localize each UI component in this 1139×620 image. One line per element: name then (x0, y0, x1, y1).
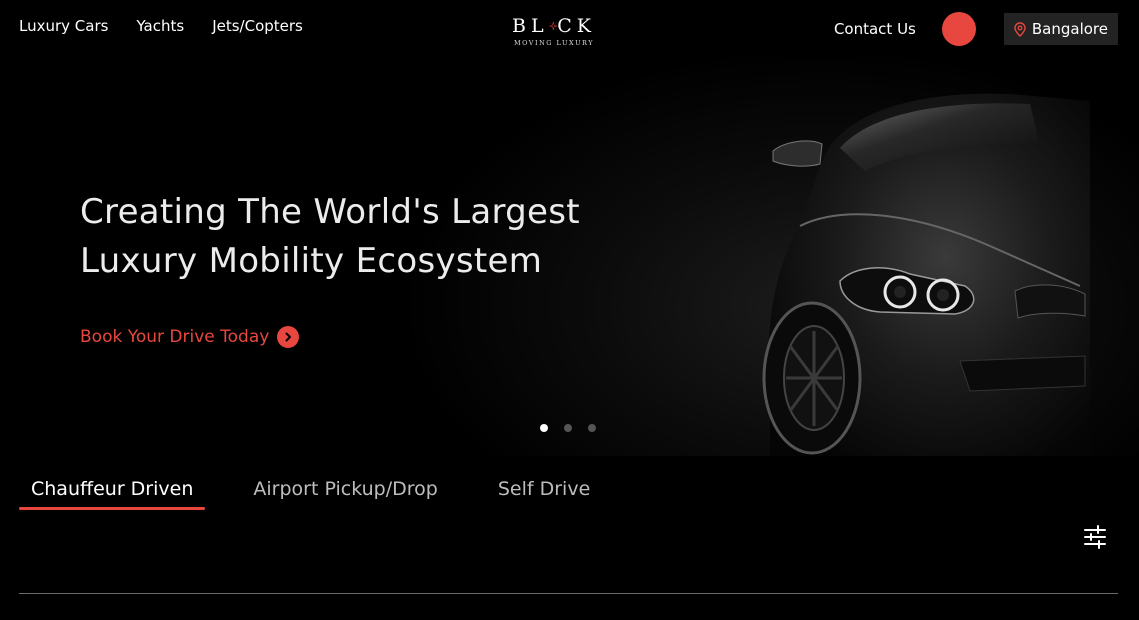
location-label: Bangalore (1031, 20, 1108, 38)
avatar[interactable] (941, 12, 976, 46)
logo-wordmark: BL CK (512, 14, 596, 38)
tab-chauffeur-driven[interactable]: Chauffeur Driven (19, 478, 206, 510)
book-drive-label: Book Your Drive Today (80, 327, 270, 347)
logo-star-icon (548, 21, 558, 31)
carousel-dots (540, 424, 596, 432)
logo-word-right: CK (557, 15, 596, 37)
book-drive-button[interactable]: Book Your Drive Today (80, 326, 300, 348)
tab-airport-pickup-drop[interactable]: Airport Pickup/Drop (241, 478, 449, 510)
contact-us-link[interactable]: Contact Us (834, 20, 916, 38)
tab-self-drive[interactable]: Self Drive (486, 478, 602, 510)
primary-nav: Luxury Cars Yachts Jets/Copters (19, 17, 303, 35)
hero-title-line-1: Creating The World's Largest (80, 192, 580, 232)
carousel-dot-2[interactable] (564, 424, 572, 432)
carousel-dot-1[interactable] (540, 424, 548, 432)
nav-link-luxury-cars[interactable]: Luxury Cars (19, 17, 108, 35)
map-pin-icon (1014, 21, 1026, 37)
nav-link-yachts[interactable]: Yachts (136, 17, 184, 35)
chevron-right-icon (277, 326, 300, 348)
service-tabs: Chauffeur Driven Airport Pickup/Drop Sel… (19, 478, 638, 510)
car-image (762, 93, 1090, 456)
hero-carousel: Creating The World's Largest Luxury Mobi… (0, 56, 1139, 456)
logo-word-left: BL (512, 15, 549, 37)
sliders-icon[interactable] (1082, 524, 1108, 550)
hero-title-line-2: Luxury Mobility Ecosystem (80, 241, 543, 281)
nav-link-jets-copters[interactable]: Jets/Copters (212, 17, 303, 35)
logo-tagline: MOVING LUXURY (513, 39, 595, 47)
section-divider (19, 593, 1118, 594)
carousel-dot-3[interactable] (588, 424, 596, 432)
brand-logo[interactable]: BL CK MOVING LUXURY (512, 14, 596, 54)
top-nav: Luxury Cars Yachts Jets/Copters BL CK MO… (0, 0, 1139, 56)
location-selector[interactable]: Bangalore (1003, 13, 1118, 45)
nav-actions: Contact Us Bangalore (834, 12, 1118, 46)
hero-title: Creating The World's Largest Luxury Mobi… (80, 188, 580, 286)
